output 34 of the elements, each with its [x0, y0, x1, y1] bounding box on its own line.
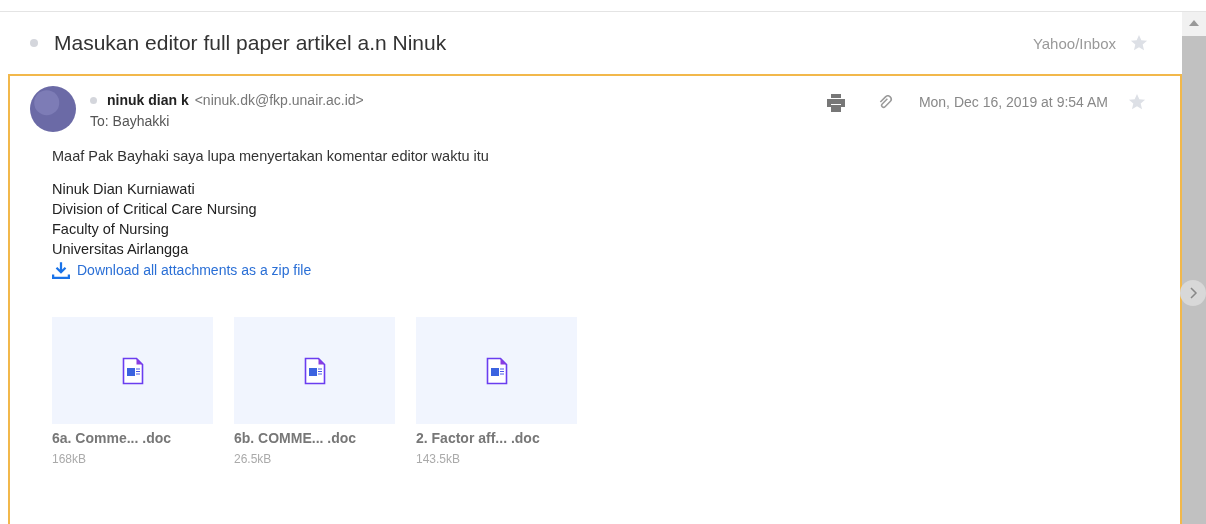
unread-dot[interactable]	[30, 39, 38, 47]
download-all-link[interactable]: Download all attachments as a zip file	[52, 261, 312, 279]
document-icon	[485, 356, 508, 385]
attachment-size: 143.5kB	[416, 452, 462, 466]
signature-line: Division of Critical Care Nursing	[52, 200, 258, 219]
attachment-name[interactable]: 6a. Comme... .doc	[52, 430, 213, 446]
attachment-thumbnail[interactable]	[234, 317, 395, 424]
status-dot	[90, 96, 97, 104]
signature-line: Ninuk Dian Kurniawati	[52, 180, 196, 199]
scroll-up-icon[interactable]	[1189, 20, 1199, 26]
attachment-thumbnail[interactable]	[416, 317, 577, 424]
star-icon[interactable]	[1130, 34, 1148, 52]
download-icon	[52, 261, 70, 279]
print-icon[interactable]	[825, 94, 846, 112]
attachment-name[interactable]: 2. Factor aff... .doc	[416, 430, 577, 446]
scrollbar-thumb[interactable]	[1182, 36, 1206, 524]
sender-name[interactable]: ninuk dian k	[107, 92, 189, 108]
document-icon	[121, 356, 144, 385]
message-date: Mon, Dec 16, 2019 at 9:54 AM	[918, 94, 1108, 110]
folder-label: Yahoo/Inbox	[1032, 34, 1116, 52]
message-text: Maaf Pak Bayhaki saya lupa menyertakan komentar editor waktu itu	[52, 148, 490, 164]
attachment-size: 26.5kB	[234, 452, 273, 466]
document-icon	[303, 356, 326, 385]
signature-line: Faculty of Nursing	[52, 220, 170, 239]
attachment-name[interactable]: 6b. COMME... .doc	[234, 430, 395, 446]
avatar	[30, 86, 76, 132]
sender-email: <ninuk.dk@fkp.unair.ac.id>	[194, 92, 364, 108]
recipient: To: Bayhakki	[90, 113, 171, 129]
paperclip-icon[interactable]	[877, 95, 893, 110]
attachment-thumbnail[interactable]	[52, 317, 213, 424]
attachment-size: 168kB	[52, 452, 88, 466]
star-icon[interactable]	[1128, 93, 1146, 111]
email-subject: Masukan editor full paper artikel a.n Ninuk	[54, 31, 448, 55]
signature-line: Universitas Airlangga	[52, 240, 190, 259]
